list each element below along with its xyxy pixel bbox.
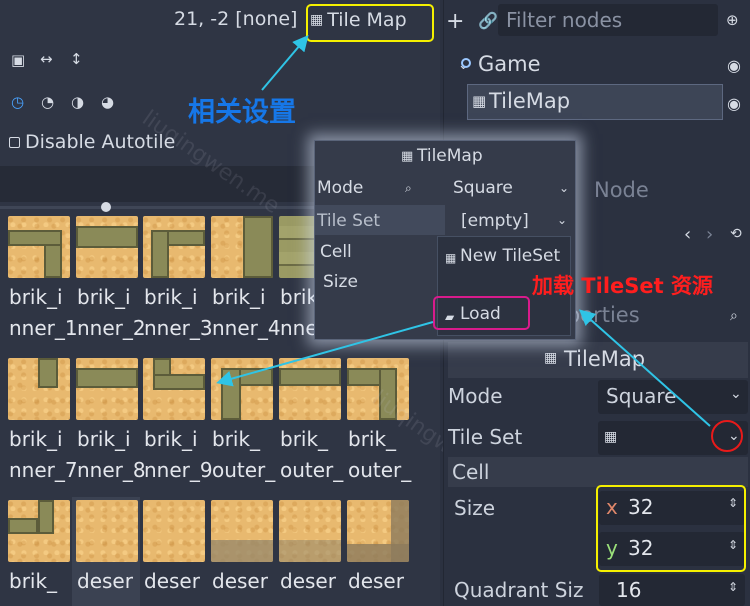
arrow-to-load [579,309,711,427]
annotation-arrows [216,34,711,427]
arrow-to-tiles [216,321,434,387]
arrow-to-tilemap-button [261,34,309,91]
